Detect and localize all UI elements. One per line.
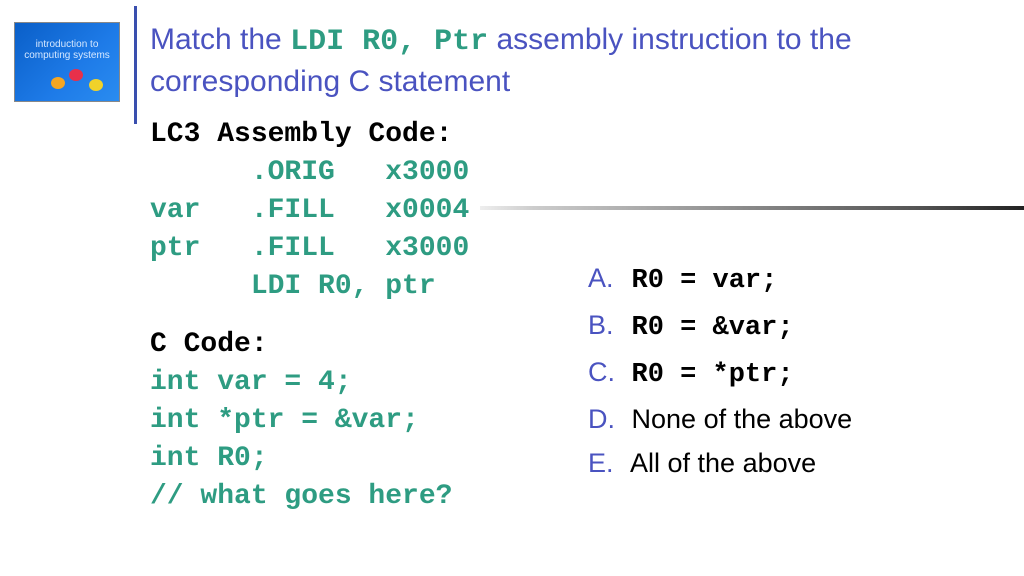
c-code-block: C Code: int var = 4; int *ptr = &var; in…: [150, 326, 452, 516]
option-text: R0 = var;: [632, 266, 778, 296]
option-text: R0 = *ptr;: [632, 360, 794, 390]
cover-dot-icon: [51, 77, 65, 89]
title-vertical-rule: [134, 6, 137, 124]
answer-option-a[interactable]: A. R0 = var;: [588, 256, 852, 303]
c-line: int R0;: [150, 440, 452, 478]
assembly-code-block: LC3 Assembly Code: .ORIG x3000 var .FILL…: [150, 116, 469, 306]
option-label: A.: [588, 256, 624, 300]
book-cover-thumbnail: introduction to computing systems: [14, 22, 120, 102]
asm-line: ptr .FILL x3000: [150, 230, 469, 268]
option-label: B.: [588, 303, 624, 347]
title-code: LDI R0, Ptr: [290, 25, 488, 59]
answer-option-c[interactable]: C. R0 = *ptr;: [588, 350, 852, 397]
option-label: E.: [588, 441, 624, 485]
cover-dot-icon: [69, 69, 83, 81]
cover-dot-icon: [89, 79, 103, 91]
c-line: // what goes here?: [150, 478, 452, 516]
option-text: None of the above: [632, 404, 853, 434]
option-label: C.: [588, 350, 624, 394]
option-label: D.: [588, 397, 624, 441]
option-text: All of the above: [630, 448, 816, 478]
slide: introduction to computing systems Match …: [0, 0, 1024, 576]
answer-option-e[interactable]: E. All of the above: [588, 441, 852, 485]
asm-line: .ORIG x3000: [150, 154, 469, 192]
answer-option-d[interactable]: D. None of the above: [588, 397, 852, 441]
assembly-header: LC3 Assembly Code:: [150, 116, 469, 154]
answer-options: A. R0 = var; B. R0 = &var; C. R0 = *ptr;…: [588, 256, 852, 485]
slide-title: Match the LDI R0, Ptr assembly instructi…: [150, 20, 984, 102]
horizontal-divider: [480, 206, 1024, 210]
title-pre: Match the: [150, 23, 290, 56]
asm-line: LDI R0, ptr: [150, 268, 469, 306]
c-line: int var = 4;: [150, 364, 452, 402]
c-line: int *ptr = &var;: [150, 402, 452, 440]
book-title: introduction to computing systems: [21, 39, 113, 61]
c-header: C Code:: [150, 326, 452, 364]
answer-option-b[interactable]: B. R0 = &var;: [588, 303, 852, 350]
asm-line: var .FILL x0004: [150, 192, 469, 230]
option-text: R0 = &var;: [632, 313, 794, 343]
